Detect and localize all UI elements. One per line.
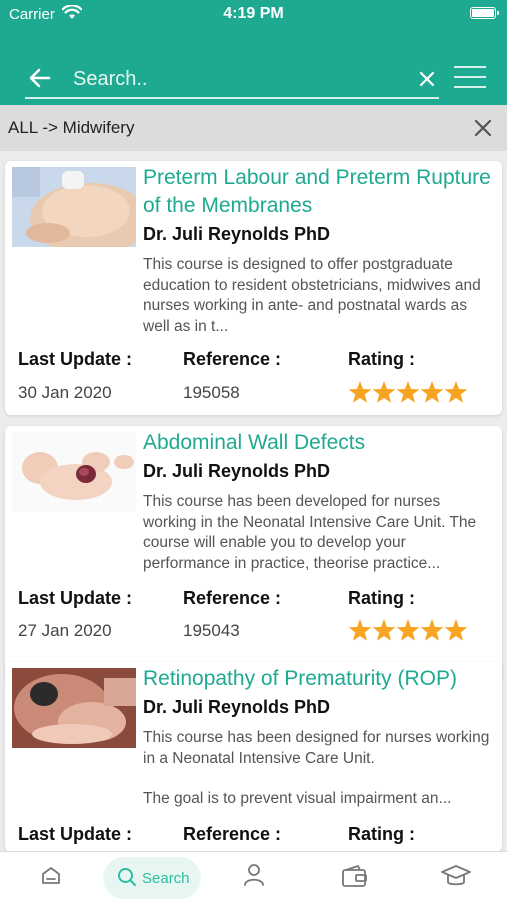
- app-header: Carrier 4:19 PM: [0, 0, 507, 105]
- status-time: 4:19 PM: [223, 5, 284, 22]
- battery-icon: [470, 7, 499, 19]
- rating-label: Rating :: [348, 588, 415, 608]
- rating-label: Rating :: [348, 824, 415, 844]
- star-icon: [396, 381, 420, 403]
- reference-label: Reference :: [183, 824, 282, 844]
- clear-icon[interactable]: [419, 71, 435, 87]
- back-arrow-icon[interactable]: [28, 66, 52, 90]
- search-input[interactable]: [73, 64, 403, 94]
- last-update-label: Last Update :: [18, 349, 133, 369]
- course-author: Dr. Juli Reynolds PhD: [143, 697, 331, 717]
- rating-label: Rating :: [348, 349, 415, 369]
- star-icon: [372, 381, 396, 403]
- status-bar: Carrier 4:19 PM: [0, 0, 507, 30]
- course-thumbnail: [12, 167, 136, 247]
- last-update-label: Last Update :: [18, 588, 133, 608]
- course-card[interactable]: Retinopathy of Prematurity (ROP) Dr. Jul…: [5, 662, 502, 852]
- close-icon[interactable]: [473, 118, 493, 138]
- last-update-value: 27 Jan 2020: [18, 621, 112, 640]
- wallet-icon[interactable]: [341, 864, 369, 888]
- menu-icon[interactable]: [454, 66, 486, 88]
- graduation-cap-icon[interactable]: [440, 864, 472, 888]
- course-description-line2: The goal is to prevent visual impairment…: [143, 790, 452, 807]
- reference-value: 195043: [183, 621, 240, 640]
- star-icon: [372, 619, 396, 641]
- course-author: Dr. Juli Reynolds PhD: [143, 461, 331, 481]
- search-underline: [25, 97, 439, 99]
- last-update-value: 30 Jan 2020: [18, 383, 112, 402]
- course-description-line1: This course has been designed for nurses…: [143, 729, 490, 767]
- course-card[interactable]: Abdominal Wall Defects Dr. Juli Reynolds…: [5, 426, 502, 680]
- star-icon: [420, 619, 444, 641]
- course-title[interactable]: Preterm Labour and Preterm Rupture of th…: [143, 164, 498, 220]
- course-description: This course has been developed for nurse…: [143, 493, 477, 572]
- star-icon: [348, 381, 372, 403]
- star-icon: [420, 381, 444, 403]
- rating-stars: [348, 619, 468, 641]
- course-card[interactable]: Preterm Labour and Preterm Rupture of th…: [5, 161, 502, 415]
- course-thumbnail: [12, 668, 136, 748]
- filter-breadcrumb: ALL -> Midwifery: [8, 118, 135, 137]
- course-title[interactable]: Retinopathy of Prematurity (ROP): [143, 665, 498, 693]
- star-icon: [396, 619, 420, 641]
- course-title[interactable]: Abdominal Wall Defects: [143, 429, 498, 457]
- search-icon: [118, 868, 136, 886]
- reference-label: Reference :: [183, 588, 282, 608]
- course-author: Dr. Juli Reynolds PhD: [143, 224, 331, 244]
- star-icon: [444, 619, 468, 641]
- profile-icon[interactable]: [243, 863, 265, 887]
- course-description: This course is designed to offer postgra…: [143, 256, 481, 335]
- reference-label: Reference :: [183, 349, 282, 369]
- star-icon: [348, 619, 372, 641]
- rating-stars: [348, 381, 468, 403]
- star-icon: [444, 381, 468, 403]
- last-update-label: Last Update :: [18, 824, 133, 844]
- reference-value: 195058: [183, 383, 240, 402]
- tab-search[interactable]: Search: [103, 857, 201, 899]
- tab-search-label: Search: [142, 870, 190, 887]
- course-thumbnail: [12, 432, 136, 512]
- home-icon[interactable]: [40, 865, 62, 887]
